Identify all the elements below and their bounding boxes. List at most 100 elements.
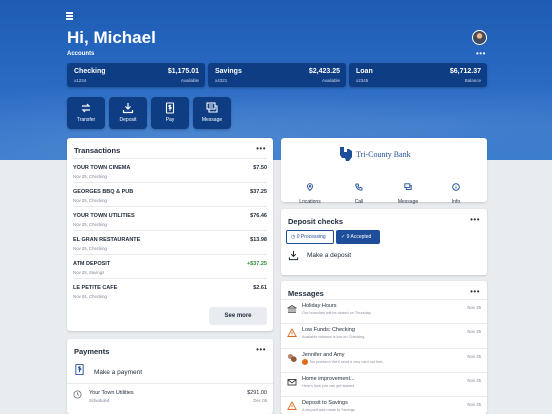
make-payment-link[interactable]: Make a payment — [94, 369, 142, 376]
more-icon[interactable]: ••• — [256, 345, 266, 354]
deposit-icon — [122, 103, 134, 114]
transfer-button[interactable]: Transfer — [67, 97, 105, 129]
transaction-date-account: Nov 04, Checking — [73, 294, 107, 299]
message-row[interactable]: Low Funds: Checking Available balance is… — [281, 323, 487, 342]
transaction-row[interactable]: EL GRAN RESTAURANTE Nov 25, Checking $13… — [73, 230, 267, 254]
account-number: x2345 — [356, 78, 369, 83]
processing-label: 0 Processing — [296, 234, 326, 240]
transaction-date-account: Nov 25, Checking — [73, 198, 107, 203]
bank-action-label: Info — [451, 199, 461, 205]
transaction-date-account: Nov 25, Checking — [73, 222, 107, 227]
warning-icon — [287, 401, 297, 410]
pay-icon — [165, 102, 175, 114]
transaction-row[interactable]: GEORGES BBQ & PUB Nov 25, Checking $37.2… — [73, 182, 267, 206]
transaction-name: GEORGES BBQ & PUB — [73, 189, 134, 195]
account-amount: $2,423.25 — [308, 68, 340, 75]
message-row[interactable]: Deposit to Savings A deposit was made to… — [281, 396, 487, 414]
see-more-button[interactable]: See more — [209, 307, 267, 325]
transactions-title: Transactions — [74, 146, 121, 155]
transaction-date-account: Nov 25, Checking — [73, 174, 107, 179]
account-number: x4321 — [215, 78, 228, 83]
more-icon[interactable]: ••• — [470, 287, 480, 296]
accepted-label: 9 Accepted — [346, 234, 372, 240]
transaction-amount: +$37.25 — [246, 261, 267, 267]
message-date: Nov 25 — [467, 329, 481, 334]
transaction-date-account: Nov 25, Savings — [73, 270, 105, 275]
bank-action-label: Call — [354, 199, 364, 205]
more-icon[interactable]: ••• — [470, 215, 480, 224]
bank-name: Tri-County Bank — [356, 150, 411, 159]
transaction-amount: $2.61 — [253, 285, 267, 291]
transaction-row[interactable]: ATM DEPOSIT Nov 25, Savings +$37.25 — [73, 254, 267, 278]
account-amount-kind: Available — [180, 78, 199, 83]
account-name: Savings — [215, 68, 242, 75]
payment-status: Scheduled — [89, 398, 110, 403]
bank-action-message[interactable]: Message — [388, 178, 428, 205]
messages-title: Messages — [288, 289, 324, 298]
message-preview: Available balance is low on Checking — [302, 335, 365, 339]
message-preview: A deposit was made to Savings — [302, 408, 355, 412]
account-amount: $1,175.01 — [167, 68, 199, 75]
message-date: Nov 25 — [467, 354, 481, 359]
deposit-icon — [288, 250, 299, 261]
message-sender: Jennifer and Amy — [302, 352, 345, 358]
accounts-label: Accounts — [67, 51, 95, 57]
profile-avatar[interactable] — [472, 30, 487, 45]
make-deposit-link[interactable]: Make a deposit — [307, 252, 351, 259]
account-amount-kind: Available — [321, 78, 340, 83]
message-date: Nov 25 — [467, 402, 481, 407]
message-icon — [206, 102, 218, 113]
transaction-row[interactable]: YOUR TOWN CINEMA Nov 25, Checking $7.50 — [73, 158, 267, 182]
account-card-checking[interactable]: Checking x1234 $1,175.01 Available — [67, 63, 205, 87]
transaction-row[interactable]: YOUR TOWN UTILITIES Nov 25, Checking $76… — [73, 206, 267, 230]
payment-row[interactable]: Your Town Utilities Scheduled $291.00 De… — [67, 383, 273, 414]
message-button[interactable]: Message — [193, 97, 231, 129]
transaction-name: YOUR TOWN CINEMA — [73, 165, 131, 171]
transaction-name: EL GRAN RESTAURANTE — [73, 237, 141, 243]
greeting-title: Hi, Michael — [67, 28, 156, 47]
bank-action-locations[interactable]: Locations — [290, 178, 330, 205]
bank-action-info[interactable]: Info — [436, 178, 476, 205]
action-label: Message — [201, 117, 223, 123]
info-icon — [452, 183, 460, 191]
message-row[interactable]: Holiday Hours Our branches will be close… — [281, 299, 487, 318]
message-preview: Here's how you can get started — [302, 384, 355, 388]
transaction-row[interactable]: LE PETITE CAFE Nov 04, Checking $2.61 — [73, 278, 267, 302]
message-preview: No problem! We'll send a new card out fi… — [310, 360, 386, 364]
account-number: x1234 — [74, 78, 87, 83]
message-sender: Low Funds: Checking — [302, 327, 355, 333]
message-sender: Home improvement... — [302, 376, 355, 382]
accepted-filter-chip[interactable]: ✓ 9 Accepted — [336, 230, 380, 244]
group-avatar-icon — [287, 353, 297, 362]
action-label: Pay — [165, 117, 175, 123]
account-name: Loan — [356, 68, 373, 75]
accounts-more-icon[interactable]: ••• — [476, 49, 486, 58]
message-row[interactable]: Home improvement... Here's how you can g… — [281, 372, 487, 391]
payment-date: Dec 05 — [253, 398, 267, 403]
action-label: Deposit — [119, 117, 137, 123]
transfer-icon — [81, 103, 91, 113]
action-label: Transfer — [76, 117, 96, 123]
warning-icon — [287, 328, 297, 337]
account-amount-kind: Balance — [464, 78, 481, 83]
processing-filter-chip[interactable]: ◷ 0 Processing — [286, 230, 334, 244]
account-card-loan[interactable]: Loan x2345 $6,712.37 Balance — [349, 63, 487, 87]
message-sender: Deposit to Savings — [302, 400, 348, 406]
deposit-checks-title: Deposit checks — [288, 217, 344, 226]
chat-icon — [404, 183, 412, 191]
message-row[interactable]: Jennifer and Amy No problem! We'll send … — [281, 348, 487, 367]
deposit-button[interactable]: Deposit — [109, 97, 147, 129]
message-date: Nov 25 — [467, 378, 481, 383]
transaction-amount: $13.98 — [250, 237, 267, 243]
account-card-savings[interactable]: Savings x4321 $2,423.25 Available — [208, 63, 346, 87]
unread-badge-icon — [302, 359, 308, 365]
account-amount: $6,712.37 — [449, 68, 481, 75]
hamburger-menu-icon[interactable] — [66, 12, 76, 22]
mail-icon — [287, 379, 297, 386]
bank-action-call[interactable]: Call — [339, 178, 379, 205]
phone-icon — [355, 183, 363, 191]
message-preview: Our branches will be closed on Thursday. — [302, 311, 372, 315]
pay-button[interactable]: Pay — [151, 97, 189, 129]
account-name: Checking — [74, 68, 106, 75]
more-icon[interactable]: ••• — [256, 144, 266, 153]
